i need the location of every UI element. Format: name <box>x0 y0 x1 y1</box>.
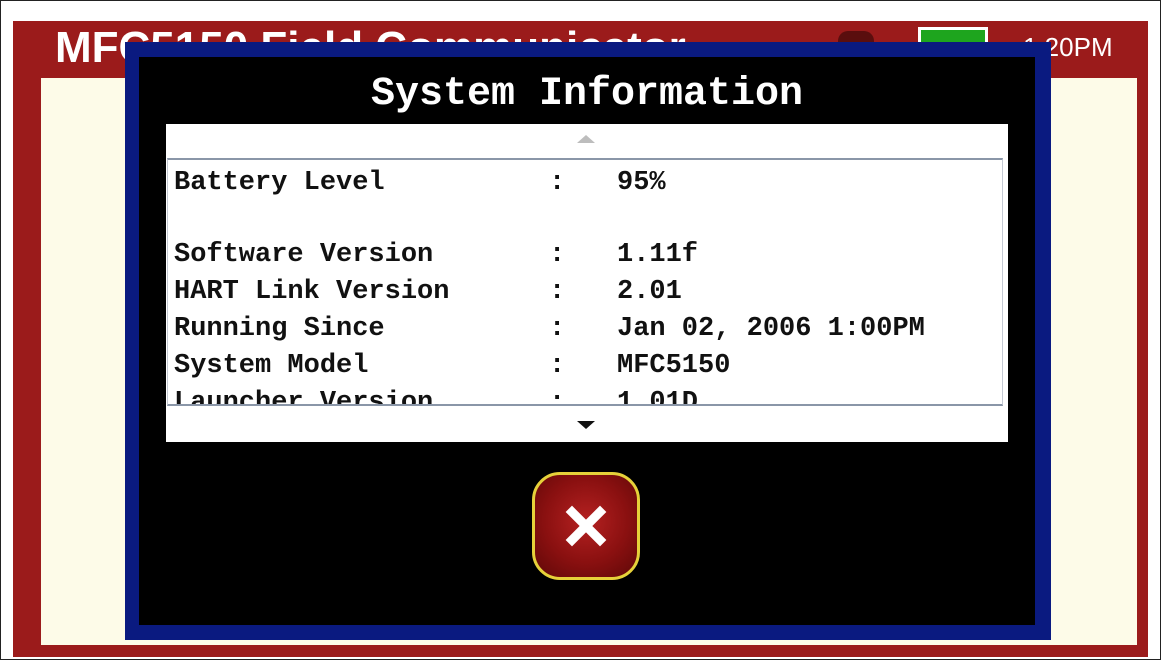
info-list-panel: Battery Level : 95% Software Version : 1… <box>166 124 1008 442</box>
chevron-up-icon[interactable] <box>577 135 595 143</box>
info-separator: : <box>549 168 566 198</box>
info-separator: : <box>549 240 566 270</box>
info-label: Software Version <box>174 240 434 270</box>
dialog-title: System Information <box>370 72 804 117</box>
close-button[interactable] <box>532 472 640 580</box>
info-value: MFC5150 <box>617 351 731 381</box>
dialog-body: System Information Battery Level : 95% S… <box>139 57 1035 625</box>
info-value: 1.11f <box>617 240 699 270</box>
info-value: 2.01 <box>617 277 682 307</box>
info-separator: : <box>549 388 566 406</box>
chevron-down-icon[interactable] <box>577 421 595 429</box>
info-label: Battery Level <box>174 168 385 198</box>
info-value: 95% <box>617 168 666 198</box>
info-label: System Model <box>174 351 369 381</box>
close-icon <box>565 505 607 547</box>
info-value: Jan 02, 2006 1:00PM <box>617 314 925 344</box>
info-separator: : <box>549 314 566 344</box>
info-label: HART Link Version <box>174 277 450 307</box>
info-list[interactable]: Battery Level : 95% Software Version : 1… <box>167 158 1003 406</box>
system-information-dialog: System Information Battery Level : 95% S… <box>125 42 1051 640</box>
screenshot-frame: MFC5150 Field Communicator 1:20PM System… <box>0 0 1161 660</box>
info-label: Launcher Version <box>174 388 434 406</box>
info-value: 1.01D <box>617 388 699 406</box>
info-label: Running Since <box>174 314 385 344</box>
info-separator: : <box>549 351 566 381</box>
info-separator: : <box>549 277 566 307</box>
